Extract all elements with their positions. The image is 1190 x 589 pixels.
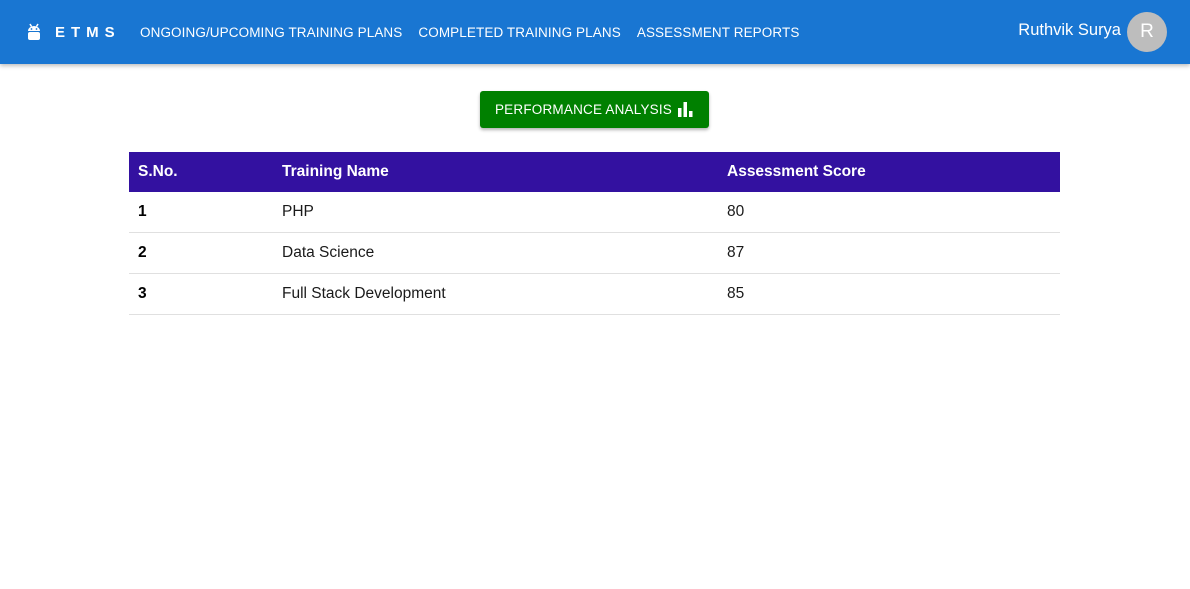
nav-completed-training-plans[interactable]: COMPLETED TRAINING PLANS <box>418 25 620 40</box>
cell-sno: 2 <box>129 232 273 274</box>
cell-assessment-score: 85 <box>718 273 1060 315</box>
android-logo-icon <box>26 23 42 41</box>
column-header-assessment-score: Assessment Score <box>718 152 1060 192</box>
column-header-training-name: Training Name <box>273 152 718 192</box>
assessment-scores-table: S.No. Training Name Assessment Score 1 P… <box>129 152 1060 315</box>
brand[interactable]: ETMS <box>26 23 136 41</box>
table-row: 3 Full Stack Development 85 <box>129 273 1060 315</box>
cell-sno: 3 <box>129 273 273 315</box>
table-row: 1 PHP 80 <box>129 192 1060 233</box>
cell-sno: 1 <box>129 192 273 233</box>
brand-name: ETMS <box>55 23 121 41</box>
cell-training-name: PHP <box>273 192 718 233</box>
user-name: Ruthvik Surya <box>1018 20 1121 39</box>
user-menu[interactable]: Ruthvik Surya R <box>1018 12 1167 52</box>
nav-assessment-reports[interactable]: ASSESSMENT REPORTS <box>637 25 800 40</box>
cell-training-name: Full Stack Development <box>273 273 718 315</box>
nav-ongoing-upcoming-training-plans[interactable]: ONGOING/UPCOMING TRAINING PLANS <box>140 25 402 40</box>
bar-chart-icon <box>678 102 693 117</box>
cell-assessment-score: 87 <box>718 232 1060 274</box>
avatar[interactable]: R <box>1127 12 1167 52</box>
performance-analysis-button[interactable]: PERFORMANCE ANALYSIS <box>480 91 709 128</box>
column-header-sno: S.No. <box>129 152 273 192</box>
app-bar: ETMS ONGOING/UPCOMING TRAINING PLANS COM… <box>0 0 1190 64</box>
cell-training-name: Data Science <box>273 232 718 274</box>
table-row: 2 Data Science 87 <box>129 232 1060 274</box>
performance-analysis-label: PERFORMANCE ANALYSIS <box>494 102 673 117</box>
table-header-row: S.No. Training Name Assessment Score <box>129 152 1060 192</box>
cell-assessment-score: 80 <box>718 192 1060 233</box>
main-nav: ONGOING/UPCOMING TRAINING PLANS COMPLETE… <box>140 25 815 40</box>
